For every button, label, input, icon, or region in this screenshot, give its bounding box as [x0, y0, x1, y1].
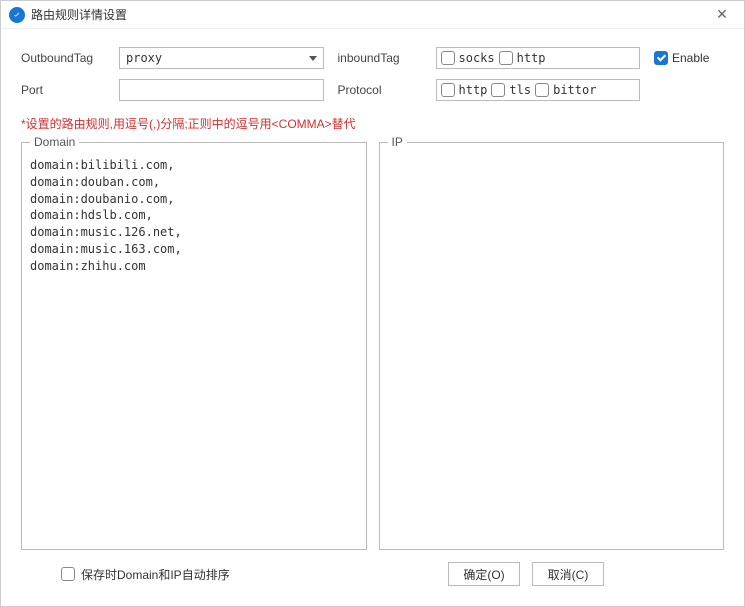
ip-textarea-wrap [382, 153, 722, 547]
port-input[interactable] [119, 79, 324, 101]
ip-textarea[interactable] [382, 153, 722, 547]
ok-button[interactable]: 确定(O) [448, 562, 520, 586]
port-label: Port [21, 83, 111, 97]
protocol-field[interactable]: http tls bittor [436, 79, 641, 101]
inbound-tag-field[interactable]: socks http [436, 47, 641, 69]
protocol-http-label: http [459, 83, 488, 97]
cancel-button[interactable]: 取消(C) [532, 562, 604, 586]
inbound-tag-row: inboundTag socks http [338, 47, 641, 69]
outbound-tag-row: OutboundTag proxy [21, 47, 324, 69]
inbound-socks-checkbox[interactable] [441, 51, 455, 65]
form-grid: OutboundTag proxy inboundTag socks http … [21, 47, 724, 101]
ip-panel: IP [379, 142, 725, 550]
outbound-tag-label: OutboundTag [21, 51, 111, 65]
domain-panel: Domain [21, 142, 367, 550]
protocol-http-checkbox[interactable] [441, 83, 455, 97]
panels-row: Domain IP [21, 142, 724, 550]
inbound-socks-label: socks [459, 51, 495, 65]
protocol-tls-label: tls [509, 83, 531, 97]
app-icon [9, 7, 25, 23]
domain-textarea-wrap [24, 153, 364, 547]
autosort-label: 保存时Domain和IP自动排序 [81, 566, 230, 583]
dialog-window: 路由规则详情设置 ✕ OutboundTag proxy inboundTag … [0, 0, 745, 607]
close-button[interactable]: ✕ [708, 5, 736, 25]
autosort-checkbox[interactable] [61, 567, 75, 581]
protocol-bittor-label: bittor [553, 83, 596, 97]
content-area: OutboundTag proxy inboundTag socks http … [1, 29, 744, 606]
footer: 保存时Domain和IP自动排序 确定(O) 取消(C) [21, 550, 724, 598]
enable-label: Enable [672, 51, 709, 65]
outbound-tag-value: proxy [126, 51, 162, 65]
inbound-http-label: http [517, 51, 546, 65]
domain-panel-title: Domain [30, 135, 79, 149]
protocol-bittor-checkbox[interactable] [535, 83, 549, 97]
enable-checkbox[interactable] [654, 51, 668, 65]
enable-row: Enable [654, 51, 724, 65]
inbound-http-checkbox[interactable] [499, 51, 513, 65]
window-title: 路由规则详情设置 [31, 6, 708, 23]
outbound-tag-combo[interactable]: proxy [119, 47, 324, 69]
inbound-tag-label: inboundTag [338, 51, 428, 65]
titlebar: 路由规则详情设置 ✕ [1, 1, 744, 29]
protocol-tls-checkbox[interactable] [491, 83, 505, 97]
footer-left: 保存时Domain和IP自动排序 [61, 566, 436, 583]
footer-right: 确定(O) 取消(C) [448, 562, 604, 586]
protocol-label: Protocol [338, 83, 428, 97]
domain-textarea[interactable] [24, 153, 364, 547]
ip-panel-title: IP [388, 135, 407, 149]
port-row: Port [21, 79, 324, 101]
protocol-row: Protocol http tls bittor [338, 79, 641, 101]
hint-text: *设置的路由规则,用逗号(,)分隔;正则中的逗号用<COMMA>替代 [21, 115, 724, 132]
